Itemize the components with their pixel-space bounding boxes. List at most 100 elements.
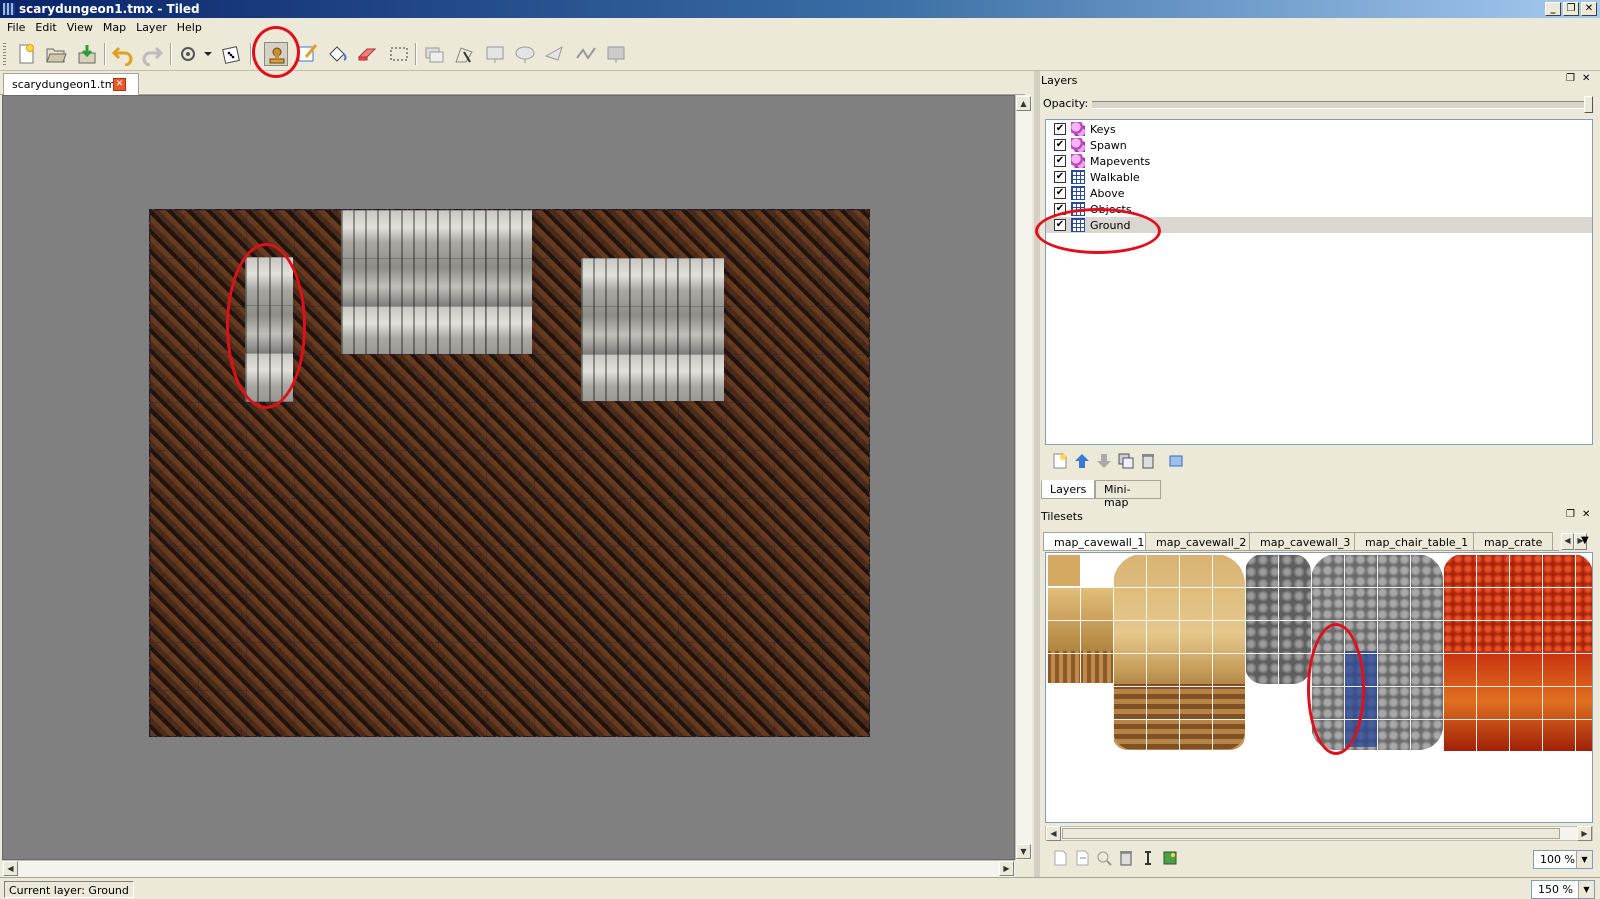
layer-row-walkable[interactable]: ✔ Walkable <box>1046 169 1592 185</box>
delete-layer-icon[interactable] <box>1139 452 1157 470</box>
visibility-checkbox[interactable]: ✔ <box>1054 155 1066 167</box>
layer-row-ground[interactable]: ✔ Ground <box>1046 217 1592 233</box>
tab-scroll-left-icon[interactable]: ◀ <box>1561 533 1574 550</box>
object-layer-icon <box>1071 138 1085 152</box>
tab-layers[interactable]: Layers <box>1041 480 1095 499</box>
menu-map[interactable]: Map <box>98 19 131 37</box>
visibility-checkbox[interactable]: ✔ <box>1054 187 1066 199</box>
terrain-brush-icon[interactable] <box>296 42 320 66</box>
import-tileset-icon[interactable] <box>1073 849 1091 867</box>
scroll-down-button[interactable]: ▼ <box>1016 844 1031 859</box>
insert-rectangle-icon[interactable] <box>483 42 507 66</box>
visibility-checkbox[interactable]: ✔ <box>1054 203 1066 215</box>
tiled-window: scarydungeon1.tmx - Tiled _ ❐ ✕ File Edi… <box>0 0 1600 899</box>
map-zoom-select[interactable]: 150 % ▼ <box>1531 880 1595 899</box>
float-panel-icon[interactable]: ❐ <box>1566 73 1575 84</box>
tab-list-dropdown-icon[interactable]: ▼ <box>1581 535 1589 546</box>
new-layer-icon[interactable] <box>1051 452 1069 470</box>
lower-layer-icon[interactable] <box>1095 452 1113 470</box>
save-icon[interactable] <box>75 42 99 66</box>
tileset-zoom-select[interactable]: 100 % ▼ <box>1533 850 1593 869</box>
stamp-brush-icon[interactable] <box>264 42 288 66</box>
tileset-horizontal-scrollbar[interactable]: ◀ ▶ <box>1045 826 1593 841</box>
float-panel-icon[interactable]: ❐ <box>1566 509 1575 520</box>
visibility-checkbox[interactable]: ✔ <box>1054 171 1066 183</box>
scroll-thumb[interactable] <box>1062 828 1560 839</box>
tile-layer-icon <box>1071 218 1085 232</box>
redo-icon[interactable] <box>140 42 164 66</box>
undo-icon[interactable] <box>111 42 135 66</box>
new-icon[interactable] <box>14 42 38 66</box>
random-mode-icon[interactable] <box>178 42 214 66</box>
scroll-right-button[interactable]: ▶ <box>1577 826 1592 841</box>
tab-map-cavewall-2[interactable]: map_cavewall_2 <box>1145 532 1258 550</box>
layer-properties-icon[interactable] <box>1167 452 1185 470</box>
minimize-button[interactable]: _ <box>1545 2 1561 16</box>
menu-layer[interactable]: Layer <box>131 19 172 37</box>
insert-ellipse-icon[interactable] <box>513 42 537 66</box>
layer-row-keys[interactable]: ✔ Keys <box>1046 121 1592 137</box>
insert-polyline-icon[interactable] <box>574 42 598 66</box>
menu-help[interactable]: Help <box>172 19 207 37</box>
title-bar: scarydungeon1.tmx - Tiled _ ❐ ✕ <box>0 0 1600 18</box>
tab-map-cavewall-3[interactable]: map_cavewall_3 <box>1249 532 1362 550</box>
close-tab-icon[interactable]: ✕ <box>113 78 126 91</box>
close-panel-icon[interactable]: ✕ <box>1582 509 1590 520</box>
layer-list[interactable]: ✔ Keys ✔ Spawn ✔ Mapevents ✔ Walkable ✔ Above… <box>1045 119 1593 445</box>
menu-edit[interactable]: Edit <box>30 19 61 37</box>
chevron-down-icon[interactable]: ▼ <box>1578 881 1594 898</box>
scroll-left-button[interactable]: ◀ <box>3 861 18 876</box>
chevron-down-icon[interactable]: ▼ <box>1576 851 1592 868</box>
visibility-checkbox[interactable]: ✔ <box>1054 139 1066 151</box>
map-horizontal-scrollbar[interactable]: ◀ ▶ <box>2 860 1015 877</box>
map-vertical-scrollbar[interactable]: ▲ ▼ <box>1015 95 1032 860</box>
tile-map-canvas[interactable] <box>149 209 870 737</box>
tab-map-crate[interactable]: map_crate <box>1473 532 1554 550</box>
scroll-up-button[interactable]: ▲ <box>1016 96 1031 111</box>
new-tileset-icon[interactable] <box>1051 849 1069 867</box>
tileset-view[interactable] <box>1045 552 1593 823</box>
duplicate-layer-icon[interactable] <box>1117 452 1135 470</box>
dock-splitter[interactable] <box>1034 71 1040 877</box>
tab-map-cavewall-1[interactable]: map_cavewall_1 <box>1043 532 1156 550</box>
layer-row-above[interactable]: ✔ Above <box>1046 185 1592 201</box>
tileset-image[interactable] <box>1047 554 1592 754</box>
document-tab[interactable]: scarydungeon1.tmx ✕ <box>3 73 139 95</box>
raise-layer-icon[interactable] <box>1073 452 1091 470</box>
layer-row-spawn[interactable]: ✔ Spawn <box>1046 137 1592 153</box>
tiled-app-icon <box>3 3 15 15</box>
current-layer-status: Current layer: Ground <box>4 881 134 898</box>
select-objects-icon[interactable] <box>422 42 446 66</box>
eraser-icon[interactable] <box>355 42 379 66</box>
menu-file[interactable]: File <box>2 19 30 37</box>
layer-row-objects[interactable]: ✔ Objects <box>1046 201 1592 217</box>
map-zoom-value: 150 % <box>1538 883 1573 896</box>
opacity-slider-handle[interactable] <box>1584 96 1593 113</box>
edit-terrain-icon[interactable] <box>1139 849 1157 867</box>
tileset-properties-icon[interactable] <box>1161 849 1179 867</box>
tile-layer-icon <box>1071 170 1085 184</box>
close-panel-icon[interactable]: ✕ <box>1582 73 1590 84</box>
export-tileset-icon[interactable] <box>1095 849 1113 867</box>
dice-icon[interactable] <box>220 42 244 66</box>
tab-mini-map[interactable]: Mini-map <box>1095 480 1161 509</box>
visibility-checkbox[interactable]: ✔ <box>1054 219 1066 231</box>
toolbar-grip[interactable] <box>3 43 6 65</box>
insert-tile-icon[interactable] <box>604 42 628 66</box>
layer-row-mapevents[interactable]: ✔ Mapevents <box>1046 153 1592 169</box>
delete-tileset-icon[interactable] <box>1117 849 1135 867</box>
restore-button[interactable]: ❐ <box>1563 2 1579 16</box>
opacity-slider[interactable] <box>1092 96 1593 113</box>
rect-select-icon[interactable] <box>387 42 411 66</box>
insert-polygon-icon[interactable] <box>543 42 567 66</box>
scroll-right-button[interactable]: ▶ <box>999 861 1014 876</box>
bucket-fill-icon[interactable] <box>325 42 349 66</box>
open-icon[interactable] <box>44 42 68 66</box>
menu-view[interactable]: View <box>62 19 98 37</box>
visibility-checkbox[interactable]: ✔ <box>1054 123 1066 135</box>
edit-polygons-icon[interactable] <box>452 42 476 66</box>
tab-map-chair-table-1[interactable]: map_chair_table_1 <box>1354 532 1480 550</box>
scroll-left-button[interactable]: ◀ <box>1046 826 1061 841</box>
map-viewport[interactable] <box>2 95 1015 860</box>
close-button[interactable]: ✕ <box>1581 2 1597 16</box>
